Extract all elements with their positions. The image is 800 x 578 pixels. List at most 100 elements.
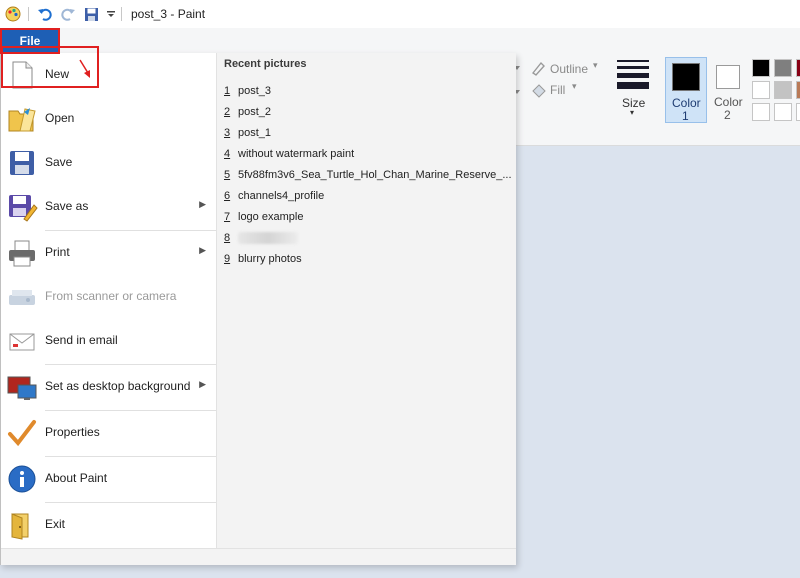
recent-item-name: post_1 — [238, 127, 272, 139]
separator — [28, 7, 29, 21]
fill-dropdown-icon[interactable]: ▾ — [572, 81, 577, 92]
menu-item-label: Save — [45, 155, 73, 169]
color2-number: 2 — [724, 108, 731, 122]
recent-item-number: 5 — [224, 169, 231, 181]
menu-item-label: Send in email — [45, 333, 118, 347]
color2-swatch — [716, 65, 740, 89]
menu-item-print[interactable]: Print ▶ — [1, 231, 216, 275]
properties-check-icon — [6, 417, 38, 449]
recent-item-name: post_2 — [238, 106, 272, 118]
palette-color-custom[interactable] — [796, 103, 800, 121]
paint-app-icon[interactable] — [4, 5, 22, 23]
recent-item[interactable]: 7 logo example — [224, 211, 303, 223]
menu-item-label: From scanner or camera — [45, 289, 177, 303]
undo-icon[interactable] — [36, 5, 54, 23]
recent-item[interactable]: 3 post_1 — [224, 127, 271, 139]
palette-color-black[interactable] — [752, 59, 770, 77]
menu-item-properties[interactable]: Properties — [1, 411, 216, 455]
color1-label: Color — [672, 96, 701, 110]
recent-pictures-header: Recent pictures — [224, 58, 307, 70]
color1-swatch — [672, 63, 700, 91]
palette-color-white[interactable] — [752, 81, 770, 99]
color1-selector[interactable]: Color 1 — [665, 57, 707, 123]
palette-color-lightgray[interactable] — [774, 81, 792, 99]
outline-dropdown-icon[interactable]: ▾ — [593, 60, 598, 71]
recent-item-number: 4 — [224, 148, 231, 160]
menu-item-label: Open — [45, 111, 75, 125]
canvas-workspace[interactable] — [516, 146, 800, 578]
menu-item-label: Set as desktop background — [45, 379, 191, 393]
menu-item-label: Exit — [45, 517, 66, 531]
save-as-icon — [6, 191, 38, 223]
title-bar: post_3 - Paint — [0, 0, 800, 28]
outline-label[interactable]: Outline — [550, 62, 588, 76]
palette-color-custom[interactable] — [774, 103, 792, 121]
submenu-arrow-icon: ▶ — [199, 245, 206, 255]
open-highlight-box — [1, 46, 99, 88]
desktop-background-icon — [6, 371, 38, 403]
menu-item-about-paint[interactable]: About Paint — [1, 457, 216, 501]
color2-selector[interactable]: Color 2 — [709, 57, 749, 123]
recent-item-number: 2 — [224, 106, 231, 118]
menu-item-save-as[interactable]: Save as ▶ — [1, 185, 216, 229]
menu-item-save[interactable]: Save — [1, 141, 216, 185]
recent-item[interactable]: 5 5fv88fm3v6_Sea_Turtle_Hol_Chan_Marine_R… — [224, 169, 512, 181]
fill-icon[interactable] — [530, 82, 548, 101]
save-quick-icon[interactable] — [82, 5, 100, 23]
save-disk-icon — [6, 147, 38, 179]
submenu-arrow-icon: ▶ — [199, 379, 206, 389]
palette-color-gray[interactable] — [774, 59, 792, 77]
file-menu-commands: New Open Save Save as ▶ Print ▶ From sca… — [1, 53, 216, 548]
menu-item-label: Properties — [45, 425, 100, 439]
recent-item[interactable]: 4 without watermark paint — [224, 148, 354, 160]
size-lines-icon[interactable] — [617, 60, 649, 93]
menu-item-label: About Paint — [45, 471, 108, 485]
redo-icon[interactable] — [59, 5, 77, 23]
recent-item[interactable]: 8 — [224, 232, 298, 245]
recent-item-number: 6 — [224, 190, 231, 202]
recent-item-number: 1 — [224, 85, 231, 97]
menu-item-from-scanner[interactable]: From scanner or camera — [1, 275, 216, 319]
recent-item-name: blurry photos — [238, 253, 302, 265]
submenu-arrow-icon: ▶ — [199, 199, 206, 209]
menu-item-open[interactable]: Open — [1, 97, 216, 141]
recent-item-number: 8 — [224, 232, 231, 244]
recent-item-name: logo example — [238, 211, 304, 223]
palette-color-darkred[interactable] — [796, 59, 800, 77]
size-dropdown-icon[interactable]: ▾ — [630, 108, 634, 117]
recent-item-name: channels4_profile — [238, 190, 325, 202]
palette-color-custom[interactable] — [752, 103, 770, 121]
palette-color-brown[interactable] — [796, 81, 800, 99]
menu-item-set-desktop-background[interactable]: Set as desktop background ▶ — [1, 365, 216, 409]
email-icon — [6, 325, 38, 357]
scanner-icon — [6, 281, 38, 313]
recent-item-number: 9 — [224, 253, 231, 265]
menu-item-exit[interactable]: Exit — [1, 503, 216, 547]
recent-item-name: 5fv88fm3v6_Sea_Turtle_Hol_Chan_Marine_Re… — [238, 169, 512, 181]
info-icon — [6, 463, 38, 495]
color1-number: 1 — [682, 109, 689, 123]
menu-item-label: Save as — [45, 199, 89, 213]
window-title: post_3 - Paint — [131, 7, 206, 21]
separator — [121, 7, 122, 21]
file-menu-footer — [1, 548, 516, 565]
color2-label: Color — [714, 95, 743, 109]
outline-icon[interactable] — [530, 60, 548, 79]
fill-label[interactable]: Fill — [550, 83, 565, 97]
open-folder-icon — [6, 103, 38, 135]
menu-item-send-email[interactable]: Send in email — [1, 319, 216, 363]
blurred-filename — [238, 232, 298, 245]
menu-item-label: Print — [45, 245, 70, 259]
recent-item-number: 3 — [224, 127, 231, 139]
status-area — [0, 565, 800, 578]
printer-icon — [6, 237, 38, 269]
recent-item-number: 7 — [224, 211, 231, 223]
recent-item[interactable]: 9 blurry photos — [224, 253, 302, 265]
recent-item-name: post_3 — [238, 85, 272, 97]
recent-item[interactable]: 6 channels4_profile — [224, 190, 324, 202]
exit-icon — [6, 509, 38, 541]
recent-item-name: without watermark paint — [238, 148, 355, 160]
recent-item[interactable]: 1 post_3 — [224, 85, 271, 97]
customize-quick-access-icon[interactable] — [102, 5, 120, 23]
recent-item[interactable]: 2 post_2 — [224, 106, 271, 118]
